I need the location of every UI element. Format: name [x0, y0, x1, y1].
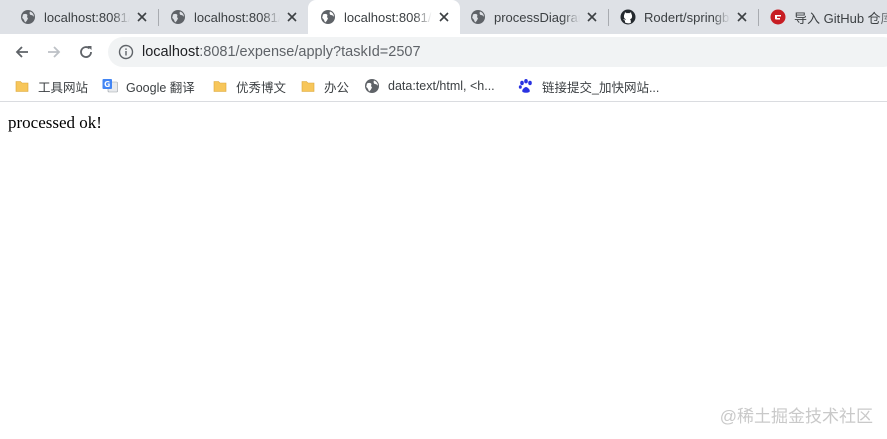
globe-icon: [170, 9, 186, 25]
gitee-icon: [770, 9, 786, 25]
close-icon[interactable]: [284, 9, 300, 25]
bookmark-label: data:text/html, <h...: [388, 79, 495, 93]
tab-localhost-2[interactable]: localhost:8081/: [158, 0, 308, 34]
back-button[interactable]: [9, 39, 35, 65]
folder-icon: [300, 78, 316, 94]
globe-icon: [320, 9, 336, 25]
address-bar[interactable]: localhost:8081/expense/apply?taskId=2507: [108, 37, 887, 67]
bookmark-data-html[interactable]: data:text/html, <h...: [364, 76, 495, 96]
bookmark-label: 链接提交_加快网站...: [542, 80, 660, 95]
info-icon[interactable]: [118, 44, 134, 60]
globe-icon: [470, 9, 486, 25]
tab-localhost-1[interactable]: localhost:8081/: [8, 0, 158, 34]
bookmark-baidu-submit[interactable]: 链接提交_加快网站...: [518, 76, 659, 96]
close-icon[interactable]: [134, 9, 150, 25]
bookmark-folder-office[interactable]: 办公: [300, 76, 349, 96]
forward-button[interactable]: [41, 39, 67, 65]
tab-title: Rodert/springbo: [644, 9, 730, 25]
bookmark-label: 优秀博文: [236, 80, 287, 95]
close-icon[interactable]: [734, 9, 750, 25]
folder-icon: [14, 78, 30, 94]
tab-github[interactable]: Rodert/springbo: [608, 0, 758, 34]
bookmark-label: Google 翻译: [126, 80, 195, 95]
url-host: localhost: [142, 44, 200, 60]
tab-title: 导入 GitHub 仓库: [794, 10, 887, 26]
tab-title: localhost:8081/: [44, 9, 130, 25]
tab-process-diagram[interactable]: processDiagram: [458, 0, 608, 34]
tab-title: localhost:8081/: [194, 9, 280, 25]
bookmark-label: 办公: [324, 80, 350, 95]
baidu-paw-icon: [518, 78, 534, 94]
reload-button[interactable]: [73, 39, 99, 65]
tab-strip: localhost:8081/ localhost:8081/ localhos…: [0, 0, 887, 34]
tab-title: localhost:8081/: [344, 9, 432, 25]
globe-icon: [364, 78, 380, 94]
bookmark-folder-blogs[interactable]: 优秀博文: [212, 76, 286, 96]
close-icon[interactable]: [436, 9, 452, 25]
tab-gitee-import[interactable]: 导入 GitHub 仓库: [758, 0, 887, 34]
arrow-left-icon: [15, 46, 28, 58]
page-body-text: processed ok!: [8, 113, 102, 132]
bookmarks-bar: 工具网站 G Google 翻译 优秀博文 办公 data:text/html,…: [0, 70, 887, 102]
url-path: :8081/expense/apply?taskId=2507: [199, 44, 421, 60]
arrow-right-icon: [48, 46, 61, 58]
close-icon[interactable]: [584, 9, 600, 25]
github-icon: [620, 9, 636, 25]
svg-text:G: G: [104, 80, 110, 89]
folder-icon: [212, 78, 228, 94]
globe-icon: [20, 9, 36, 25]
bookmark-google-translate[interactable]: G Google 翻译: [102, 76, 195, 96]
google-translate-icon: G: [102, 78, 118, 94]
url-text[interactable]: localhost:8081/expense/apply?taskId=2507: [142, 44, 421, 60]
browser-toolbar: localhost:8081/expense/apply?taskId=2507: [0, 34, 887, 70]
bookmark-folder-tools[interactable]: 工具网站: [14, 76, 88, 96]
reload-icon: [80, 46, 92, 58]
bookmark-label: 工具网站: [38, 80, 89, 95]
tab-localhost-active[interactable]: localhost:8081/: [308, 0, 460, 34]
tab-title: processDiagram: [494, 9, 580, 25]
watermark-text: @稀土掘金技术社区: [719, 407, 873, 426]
